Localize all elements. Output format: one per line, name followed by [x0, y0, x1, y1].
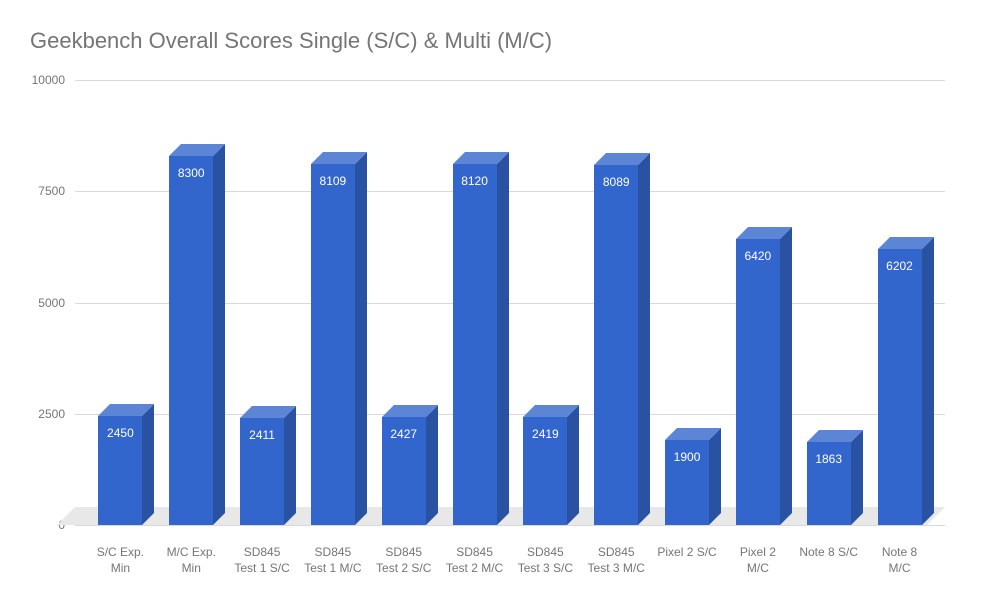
- bar-value-label: 8089: [594, 175, 638, 189]
- x-tick-label: SD845 Test 2 M/C: [445, 545, 505, 576]
- bar-value-label: 2411: [240, 428, 284, 442]
- bar: 2411: [240, 80, 284, 525]
- x-tick-label: Pixel 2 S/C: [657, 545, 717, 576]
- bar: 8120: [453, 80, 497, 525]
- bar: 8300: [169, 80, 213, 525]
- x-tick-label: Note 8 M/C: [870, 545, 930, 576]
- bar: 1900: [665, 80, 709, 525]
- gridline: [75, 525, 945, 526]
- x-tick-label: Pixel 2 M/C: [728, 545, 788, 576]
- x-tick-label: SD845 Test 3 S/C: [515, 545, 575, 576]
- y-tick-label: 7500: [5, 184, 65, 198]
- bar-value-label: 8109: [311, 174, 355, 188]
- bar-value-label: 2427: [382, 427, 426, 441]
- plot-area: 025005000750010000 245083002411810924278…: [75, 80, 945, 525]
- bar: 6420: [736, 80, 780, 525]
- x-tick-label: SD845 Test 1 M/C: [303, 545, 363, 576]
- bar: 8109: [311, 80, 355, 525]
- bar-value-label: 2450: [98, 426, 142, 440]
- y-tick-label: 2500: [5, 407, 65, 421]
- y-tick-label: 10000: [5, 73, 65, 87]
- chart-container: Geekbench Overall Scores Single (S/C) & …: [0, 0, 981, 607]
- bar: 1863: [807, 80, 851, 525]
- bars-group: 2450 8300 2411 8109 2427 8120 2419 8089 1900 6420…: [85, 80, 935, 525]
- x-axis-labels: S/C Exp. Min M/C Exp. Min SD845 Test 1 S/C…: [85, 545, 935, 576]
- bar-value-label: 8120: [453, 174, 497, 188]
- bar-value-label: 6420: [736, 249, 780, 263]
- x-tick-label: Note 8 S/C: [799, 545, 859, 576]
- bar: 2427: [382, 80, 426, 525]
- bar: 2419: [523, 80, 567, 525]
- y-tick-label: 5000: [5, 296, 65, 310]
- y-tick-label: 0: [5, 518, 65, 532]
- bar-value-label: 6202: [878, 259, 922, 273]
- x-tick-label: M/C Exp. Min: [161, 545, 221, 576]
- bar-value-label: 8300: [169, 166, 213, 180]
- bar-value-label: 1863: [807, 452, 851, 466]
- bar-value-label: 1900: [665, 450, 709, 464]
- x-tick-label: S/C Exp. Min: [90, 545, 150, 576]
- x-tick-label: SD845 Test 3 M/C: [586, 545, 646, 576]
- bar: 8089: [594, 80, 638, 525]
- bar-value-label: 2419: [523, 427, 567, 441]
- chart-title: Geekbench Overall Scores Single (S/C) & …: [30, 28, 552, 54]
- x-tick-label: SD845 Test 1 S/C: [232, 545, 292, 576]
- bar: 6202: [878, 80, 922, 525]
- bar: 2450: [98, 80, 142, 525]
- x-tick-label: SD845 Test 2 S/C: [374, 545, 434, 576]
